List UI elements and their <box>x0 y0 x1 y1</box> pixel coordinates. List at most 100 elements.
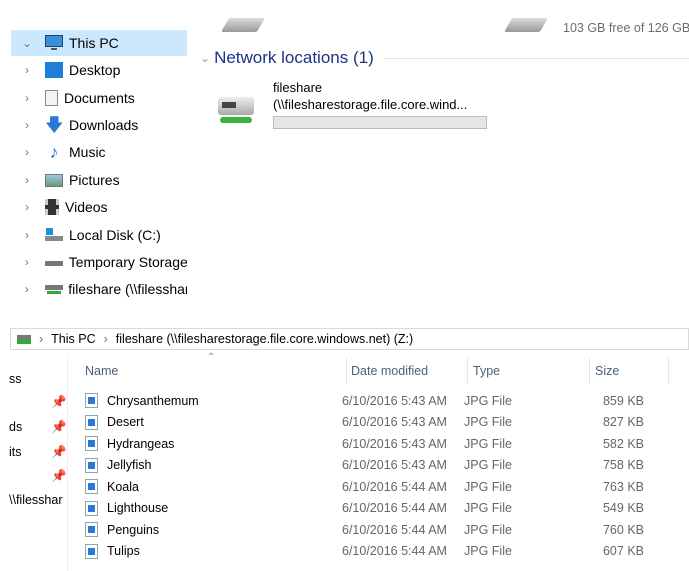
file-row[interactable]: Tulips 6/10/2016 5:44 AM JPG File 607 KB <box>85 541 675 562</box>
nav-item-this-pc[interactable]: ⌄ This PC <box>11 30 187 56</box>
jpg-file-icon <box>85 522 98 537</box>
chevron-right-icon[interactable]: › <box>17 255 37 269</box>
file-size: 607 KB <box>602 544 644 558</box>
file-row[interactable]: Penguins 6/10/2016 5:44 AM JPG File 760 KB <box>85 519 675 540</box>
column-label: Name <box>85 364 119 378</box>
chevron-right-icon[interactable]: › <box>17 173 37 187</box>
navigation-pane: ⌄ This PC › Desktop › Documents › 🡇 Downloads… <box>0 0 190 310</box>
file-date: 6/10/2016 5:44 AM <box>342 479 447 494</box>
file-row[interactable]: Desert 6/10/2016 5:43 AM JPG File 827 KB <box>85 412 675 433</box>
quick-access-item[interactable]: ds <box>9 420 22 434</box>
chevron-right-icon[interactable]: › <box>17 63 37 77</box>
videos-icon <box>45 199 59 215</box>
jpg-file-icon <box>85 393 98 408</box>
file-date: 6/10/2016 5:43 AM <box>342 415 447 429</box>
file-name: Desert <box>107 415 144 429</box>
file-row[interactable]: Jellyfish 6/10/2016 5:43 AM JPG File 758 KB <box>85 455 675 476</box>
file-name: Koala <box>107 479 139 494</box>
file-type: JPG File <box>464 479 512 494</box>
chevron-down-icon[interactable]: ⌄ <box>17 36 37 50</box>
file-name-cell: Jellyfish <box>85 457 342 473</box>
chevron-right-icon[interactable]: › <box>17 228 37 242</box>
chevron-down-icon[interactable]: ⌄ <box>200 51 210 65</box>
nav-label: Documents <box>64 90 135 106</box>
quick-access-item[interactable]: \\filesshar <box>9 493 63 507</box>
file-name: Jellyfish <box>107 458 152 472</box>
nav-label: Videos <box>65 199 108 215</box>
jpg-file-icon <box>85 500 98 516</box>
file-type: JPG File <box>464 522 512 537</box>
nav-item-documents[interactable]: › Documents <box>11 85 187 111</box>
file-name-cell: Koala <box>85 479 342 494</box>
address-bar[interactable]: › This PC › fileshare (\\filesharestorag… <box>10 328 689 350</box>
music-icon: ♪ <box>49 142 59 162</box>
quick-access-pane: ss 📌 ds 📌 its 📌 📌 \\filesshar <box>0 355 68 571</box>
file-type: JPG File <box>464 458 512 472</box>
file-size: 760 KB <box>602 522 644 537</box>
column-header-name[interactable]: Name <box>81 358 347 384</box>
drive-icon <box>44 254 63 270</box>
file-name: Tulips <box>107 544 140 558</box>
quick-access-item[interactable]: ss <box>9 372 22 386</box>
file-row[interactable]: Koala 6/10/2016 5:44 AM JPG File 763 KB <box>85 476 675 497</box>
network-drive-icon <box>17 334 31 344</box>
pin-icon: 📌 <box>51 469 67 483</box>
jpg-file-icon <box>85 543 98 559</box>
file-size: 582 KB <box>602 436 644 451</box>
chevron-right-icon[interactable]: › <box>17 91 37 105</box>
file-name-cell: Desert <box>85 414 342 430</box>
nav-item-music[interactable]: › ♪ Music <box>11 139 187 165</box>
chevron-right-icon[interactable]: › <box>17 200 37 214</box>
nav-label: Pictures <box>69 172 120 188</box>
file-date: 6/10/2016 5:44 AM <box>342 501 447 515</box>
nav-label: Music <box>69 144 106 160</box>
nav-item-temporary-storage[interactable]: › Temporary Storage <box>11 249 187 275</box>
section-title: Network locations (1) <box>214 48 374 67</box>
pin-icon: 📌 <box>51 395 67 409</box>
file-date: 6/10/2016 5:44 AM <box>342 522 447 537</box>
jpg-file-icon <box>85 414 98 430</box>
pin-icon: 📌 <box>51 420 67 434</box>
file-size: 827 KB <box>602 415 644 429</box>
column-header-size[interactable]: Size <box>591 358 669 384</box>
network-location-fileshare[interactable]: fileshare (\\filesharestorage.file.core.… <box>210 80 500 135</box>
downloads-icon: 🡇 <box>45 115 64 135</box>
nav-label: This PC <box>69 35 119 51</box>
network-drive-icon <box>214 97 258 127</box>
chevron-right-icon[interactable]: › <box>17 282 37 296</box>
chevron-right-icon[interactable]: › <box>17 145 37 159</box>
column-label: Size <box>595 364 620 378</box>
section-divider <box>383 57 689 59</box>
nav-item-desktop[interactable]: › Desktop <box>11 57 187 83</box>
file-size: 549 KB <box>602 501 644 515</box>
file-row[interactable]: Hydrangeas 6/10/2016 5:43 AM JPG File 582 K… <box>85 433 675 454</box>
file-name-cell: Lighthouse <box>85 500 342 516</box>
file-name-cell: Chrysanthemum <box>85 393 342 408</box>
file-row[interactable]: Lighthouse 6/10/2016 5:44 AM JPG File 549 K… <box>85 498 675 519</box>
file-row[interactable]: Chrysanthemum 6/10/2016 5:43 AM JPG File 85… <box>85 390 675 411</box>
file-name-cell: Penguins <box>85 522 342 537</box>
breadcrumb-fileshare[interactable]: fileshare (\\filesharestorage.file.core.… <box>116 332 413 346</box>
quick-access-item[interactable]: its <box>9 445 22 459</box>
drive-free-space: 103 GB free of 126 GB <box>563 21 689 35</box>
chevron-right-icon[interactable]: › <box>17 118 37 132</box>
nav-item-downloads[interactable]: › 🡇 Downloads <box>11 112 187 138</box>
file-name: Lighthouse <box>107 501 169 515</box>
computer-icon <box>45 35 63 51</box>
file-type: JPG File <box>464 393 512 408</box>
column-header-date-modified[interactable]: Date modified <box>347 358 468 384</box>
local-disk-icon <box>45 227 63 243</box>
column-header-type[interactable]: Type <box>469 358 590 384</box>
nav-item-fileshare[interactable]: › fileshare (\\filesshar <box>11 276 187 302</box>
file-size: 763 KB <box>602 479 644 494</box>
section-header-network-locations[interactable]: ⌄ Network locations (1) <box>200 48 689 68</box>
file-name-cell: Tulips <box>85 543 342 559</box>
file-name: Penguins <box>107 522 160 537</box>
nav-item-videos[interactable]: › Videos <box>11 194 187 220</box>
jpg-file-icon <box>85 436 98 451</box>
file-size: 859 KB <box>602 393 644 408</box>
file-type: JPG File <box>464 436 512 451</box>
nav-item-pictures[interactable]: › Pictures <box>11 167 187 193</box>
breadcrumb-this-pc[interactable]: This PC <box>51 332 95 346</box>
nav-item-local-disk[interactable]: › Local Disk (C:) <box>11 222 187 248</box>
